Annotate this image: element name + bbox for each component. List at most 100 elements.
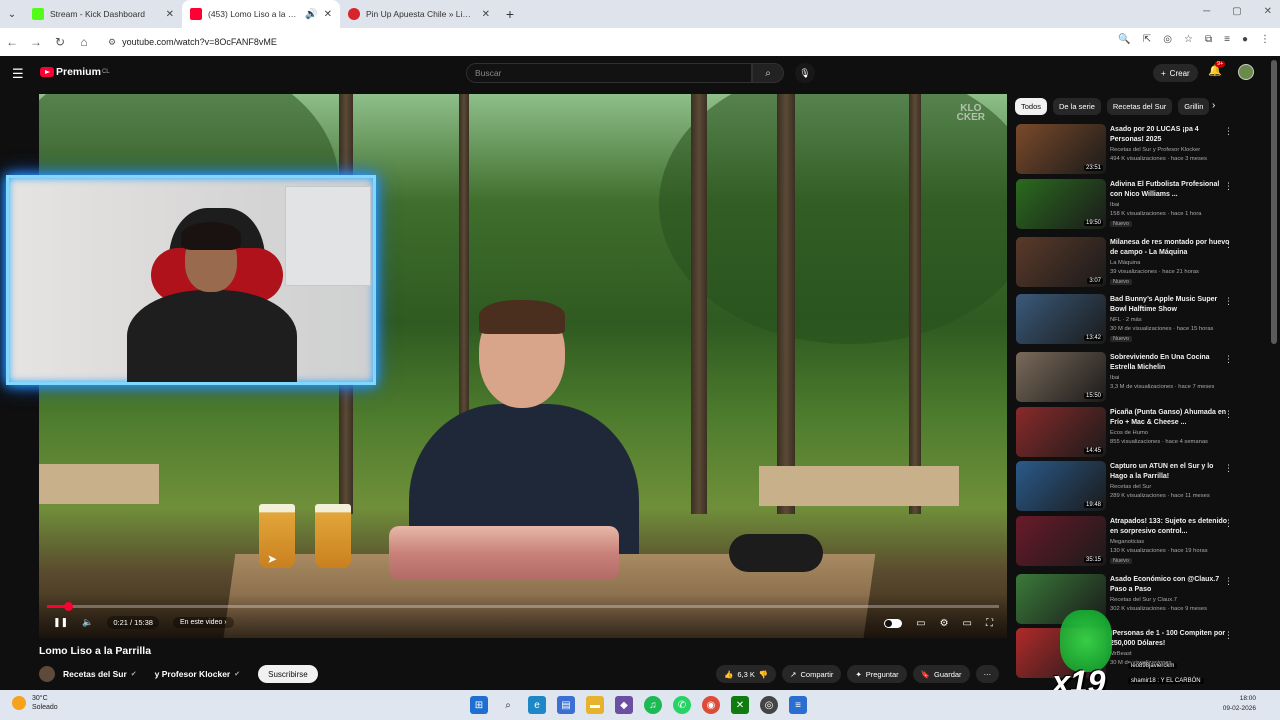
edge-icon[interactable]: e xyxy=(528,696,546,714)
recommended-video[interactable]: 23:51 Asado por 20 LUCAS ¡pa 4 Personas! … xyxy=(1016,124,1242,176)
more-options-icon[interactable]: ⋮ xyxy=(1224,239,1233,250)
collab-channel-name[interactable]: y Profesor Klocker xyxy=(155,669,231,679)
progress-bar[interactable] xyxy=(47,602,999,611)
extensions-icon[interactable]: ⧉ xyxy=(1205,34,1212,45)
subtitles-icon[interactable]: ▭ xyxy=(916,618,925,629)
more-options-icon[interactable]: ⋮ xyxy=(1224,296,1233,307)
site-info-icon[interactable]: ⚙ xyxy=(108,37,116,48)
subscribe-button[interactable]: Suscribirse xyxy=(258,665,318,683)
recommended-video[interactable]: 13:42 Bad Bunny’s Apple Music Super Bowl … xyxy=(1016,294,1242,346)
video-thumbnail[interactable]: 19:50 xyxy=(1016,179,1106,229)
new-tab-button[interactable]: + xyxy=(498,6,522,22)
notifications-button[interactable]: 🔔 9+ xyxy=(1208,61,1226,77)
system-clock[interactable]: 18:00 09-02-2026 xyxy=(1223,694,1256,714)
youtube-premium-logo[interactable]: Premium CL xyxy=(40,66,110,78)
bookmark-star-icon[interactable]: ☆ xyxy=(1184,34,1193,45)
start-windows-icon[interactable]: ⊞ xyxy=(470,696,488,714)
install-icon[interactable]: ⇱ xyxy=(1143,34,1151,45)
video-thumbnail[interactable]: 14:45 xyxy=(1016,407,1106,457)
pause-icon[interactable]: ❚❚ xyxy=(53,617,68,628)
recommended-channel[interactable]: Recetas del Sur y Profesor Klocker xyxy=(1110,147,1230,153)
thumbs-down-icon[interactable]: 👎 xyxy=(759,670,768,679)
search-icon[interactable]: ⌕ xyxy=(499,696,517,714)
recommended-title[interactable]: Picaña (Punta Ganso) Ahumada en Frío + M… xyxy=(1110,408,1230,428)
video-thumbnail[interactable]: 15:50 xyxy=(1016,352,1106,402)
tab-pinup[interactable]: Pin Up Apuesta Chile » Libro d ✕ xyxy=(340,0,498,28)
maximize-icon[interactable]: ▢ xyxy=(1232,6,1241,17)
recommended-channel[interactable]: Recetas del Sur y Claux.7 xyxy=(1110,597,1230,603)
theater-mode-icon[interactable]: ▭ xyxy=(963,618,972,629)
more-options-icon[interactable]: ⋮ xyxy=(1224,409,1233,420)
recommended-title[interactable]: Asado Económico con @Claux.7 Paso a Paso xyxy=(1110,575,1230,595)
recommended-channel[interactable]: NFL · 2 más xyxy=(1110,317,1230,323)
fullscreen-icon[interactable]: ⛶ xyxy=(986,618,993,629)
store-icon[interactable]: ▤ xyxy=(557,696,575,714)
voice-search-button[interactable]: 🎙 xyxy=(795,63,815,83)
recommended-video[interactable]: 15:50 Sobreviviendo En Una Cocina Estrell… xyxy=(1016,352,1242,404)
search-button[interactable]: ⌕ xyxy=(752,63,784,83)
chevron-right-icon[interactable]: › xyxy=(1212,100,1215,111)
close-tab-icon[interactable]: ✕ xyxy=(482,9,490,20)
recommended-channel[interactable]: Recetas del Sur xyxy=(1110,484,1230,490)
recommended-video[interactable]: ¡Personas de 1 - 100 Compiten por 250,00… xyxy=(1016,628,1242,680)
xbox-icon[interactable]: ✕ xyxy=(731,696,749,714)
recommended-title[interactable]: Atrapados! 133: Sujeto es detenido en so… xyxy=(1110,517,1230,537)
tab-list-chevron-icon[interactable]: ⌄ xyxy=(0,0,24,28)
ask-button[interactable]: ✦ Preguntar xyxy=(847,665,907,683)
recommended-channel[interactable]: MrBeast xyxy=(1110,651,1230,657)
recommended-channel[interactable]: Ibai xyxy=(1110,202,1230,208)
chip-channel[interactable]: Recetas del Sur xyxy=(1106,98,1173,115)
tab-youtube-video[interactable]: (453) Lomo Liso a la Parrilla 🔊 ✕ xyxy=(182,0,340,28)
channel-avatar[interactable] xyxy=(39,666,55,682)
menu-icon[interactable]: ⋮ xyxy=(1260,34,1270,45)
create-button[interactable]: + Crear xyxy=(1153,64,1198,82)
media-icon[interactable]: ≡ xyxy=(1224,34,1230,45)
hamburger-menu-icon[interactable]: ☰ xyxy=(12,66,24,82)
video-thumbnail[interactable]: 3:07 xyxy=(1016,237,1106,287)
zoom-icon[interactable]: 🔍 xyxy=(1118,34,1130,45)
more-options-icon[interactable]: ⋮ xyxy=(1224,354,1233,365)
recommended-title[interactable]: Capturo un ATÚN en el Sur y lo Hago a la… xyxy=(1110,462,1230,482)
chip-all[interactable]: Todos xyxy=(1015,98,1048,115)
recommended-channel[interactable]: La Máquina xyxy=(1110,260,1230,266)
profile-icon[interactable]: ● xyxy=(1242,34,1248,45)
channel-name[interactable]: Recetas del Sur xyxy=(63,669,127,679)
app-icon[interactable]: ◆ xyxy=(615,696,633,714)
home-icon[interactable]: ⌂ xyxy=(72,35,96,49)
recommended-channel[interactable]: Ecos de Humo xyxy=(1110,430,1230,436)
video-thumbnail[interactable]: 13:42 xyxy=(1016,294,1106,344)
folder-icon[interactable]: ▬ xyxy=(586,696,604,714)
chrome-icon[interactable]: ◉ xyxy=(702,696,720,714)
recommended-video[interactable]: 3:07 Milanesa de res montado por huevo de… xyxy=(1016,237,1242,289)
close-window-icon[interactable]: ✕ xyxy=(1264,6,1272,17)
more-actions-button[interactable]: ⋯ xyxy=(975,665,1000,683)
close-tab-icon[interactable]: ✕ xyxy=(324,9,332,20)
whatsapp-icon[interactable]: ✆ xyxy=(673,696,691,714)
recommended-video[interactable]: 19:50 Adivina El Futbolista Profesional c… xyxy=(1016,179,1242,231)
chip-series[interactable]: De la serie xyxy=(1053,98,1101,115)
more-options-icon[interactable]: ⋮ xyxy=(1224,630,1233,641)
save-button[interactable]: 🔖 Guardar xyxy=(912,665,970,683)
recommended-title[interactable]: Milanesa de res montado por huevo de cam… xyxy=(1110,238,1230,258)
recommended-title[interactable]: ¡Personas de 1 - 100 Compiten por 250,00… xyxy=(1110,629,1230,649)
video-thumbnail[interactable]: 19:48 xyxy=(1016,461,1106,511)
recommended-channel[interactable]: Ibai xyxy=(1110,375,1230,381)
scrubber-handle[interactable] xyxy=(63,602,73,611)
autoplay-toggle[interactable] xyxy=(884,619,903,628)
minimize-icon[interactable]: ─ xyxy=(1203,6,1210,17)
more-options-icon[interactable]: ⋮ xyxy=(1224,463,1233,474)
more-options-icon[interactable]: ⋮ xyxy=(1224,518,1233,529)
tab-kick-dashboard[interactable]: Stream - Kick Dashboard ✕ xyxy=(24,0,182,28)
recommended-video[interactable]: Asado Económico con @Claux.7 Paso a Paso… xyxy=(1016,574,1242,626)
eye-off-icon[interactable]: ◎ xyxy=(1163,34,1172,45)
page-scrollbar[interactable] xyxy=(1271,60,1277,344)
close-tab-icon[interactable]: ✕ xyxy=(166,9,174,20)
recommended-title[interactable]: Sobreviviendo En Una Cocina Estrella Mic… xyxy=(1110,353,1230,373)
more-options-icon[interactable]: ⋮ xyxy=(1224,576,1233,587)
recommended-video[interactable]: 14:45 Picaña (Punta Ganso) Ahumada en Frí… xyxy=(1016,407,1242,459)
video-thumbnail[interactable]: 23:51 xyxy=(1016,124,1106,174)
video-thumbnail[interactable]: 35:15 xyxy=(1016,516,1106,566)
recommended-title[interactable]: Asado por 20 LUCAS ¡pa 4 Personas! 2025 xyxy=(1110,125,1230,145)
recommended-video[interactable]: 35:15 Atrapados! 133: Sujeto es detenido … xyxy=(1016,516,1242,568)
chip-grillin[interactable]: Grillin xyxy=(1178,98,1210,115)
